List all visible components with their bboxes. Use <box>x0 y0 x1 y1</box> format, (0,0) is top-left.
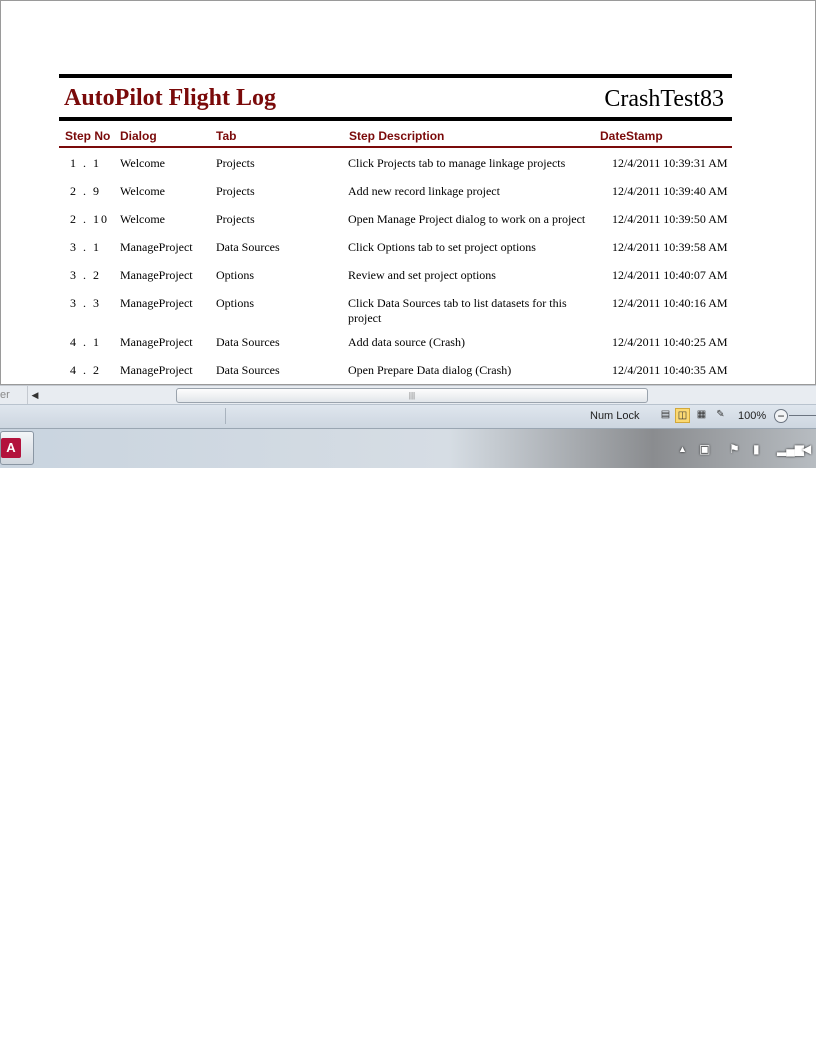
access-taskbar-button[interactable]: A <box>0 431 34 465</box>
report-view-button[interactable]: ▤ <box>658 408 673 423</box>
report-page: AutoPilot Flight Log CrashTest83 Step No… <box>59 74 732 383</box>
minus-icon: − <box>777 409 785 423</box>
column-headers: Step No Dialog Tab Step Description Date… <box>59 121 732 146</box>
record-navigator-label: er <box>0 389 10 401</box>
tab-cell: Data Sources <box>216 240 280 254</box>
table-row: 4 . 1 ManageProject Data Sources Add dat… <box>59 327 732 355</box>
status-divider <box>225 408 226 424</box>
step-no-cell: 3 . 3 <box>70 296 101 310</box>
dialog-cell: ManageProject <box>120 268 193 282</box>
step-description-cell: Open Prepare Data dialog (Crash) <box>348 363 512 377</box>
report-subtitle: CrashTest83 <box>604 86 724 112</box>
datestamp-cell: 12/4/2011 10:39:40 AM <box>612 184 728 198</box>
report-view-icon: ▤ <box>660 409 671 420</box>
tab-cell: Projects <box>216 156 255 170</box>
table-row: 4 . 2 ManageProject Data Sources Open Pr… <box>59 355 732 383</box>
tab-cell: Data Sources <box>216 363 280 377</box>
step-description-cell: Click Projects tab to manage linkage pro… <box>348 156 566 170</box>
show-hidden-icons-icon[interactable]: ▲ <box>678 444 687 454</box>
print-preview-icon: ◫ <box>677 410 688 421</box>
tab-cell: Projects <box>216 184 255 198</box>
datestamp-cell: 12/4/2011 10:40:16 AM <box>612 296 728 310</box>
table-row: 1 . 1 Welcome Projects Click Projects ta… <box>59 148 732 176</box>
table-row: 2 . 10 Welcome Projects Open Manage Proj… <box>59 204 732 232</box>
tab-cell: Projects <box>216 212 255 226</box>
step-no-cell: 2 . 9 <box>70 184 101 198</box>
report-canvas: AutoPilot Flight Log CrashTest83 Step No… <box>0 0 816 385</box>
table-row: 3 . 3 ManageProject Options Click Data S… <box>59 288 732 327</box>
table-row: 3 . 1 ManageProject Data Sources Click O… <box>59 232 732 260</box>
step-no-cell: 4 . 2 <box>70 363 101 377</box>
datestamp-cell: 12/4/2011 10:40:35 AM <box>612 363 728 377</box>
step-no-cell: 2 . 10 <box>70 212 109 226</box>
dialog-cell: ManageProject <box>120 335 193 349</box>
column-header-dialog: Dialog <box>120 129 157 143</box>
step-description-cell: Review and set project options <box>348 268 496 282</box>
datestamp-cell: 12/4/2011 10:39:50 AM <box>612 212 728 226</box>
datestamp-cell: 12/4/2011 10:40:25 AM <box>612 335 728 349</box>
step-no-cell: 3 . 1 <box>70 240 101 254</box>
layout-view-icon: ▦ <box>696 409 707 420</box>
tab-cell: Options <box>216 296 255 310</box>
title-row: AutoPilot Flight Log CrashTest83 <box>59 78 732 117</box>
power-icon[interactable]: ▮ <box>753 442 760 456</box>
dialog-cell: Welcome <box>120 184 166 198</box>
step-description-cell: Click Options tab to set project options <box>348 240 536 254</box>
scroll-left-button[interactable]: ◀ <box>27 386 42 404</box>
dialog-cell: Welcome <box>120 156 166 170</box>
column-header-step-description: Step Description <box>349 129 445 143</box>
column-header-tab: Tab <box>216 129 237 143</box>
access-app-icon: A <box>1 438 21 458</box>
action-center-flag-icon[interactable]: ⚑ <box>729 442 740 456</box>
step-description-cell: Click Data Sources tab to list datasets … <box>348 296 567 325</box>
signal-bars-icon[interactable]: ▂▄▆ <box>777 442 804 456</box>
tab-cell: Data Sources <box>216 335 280 349</box>
step-description-cell: Add data source (Crash) <box>348 335 465 349</box>
zoom-slider[interactable] <box>789 415 816 416</box>
report-rows: 1 . 1 Welcome Projects Click Projects ta… <box>59 148 732 383</box>
horizontal-scrollbar[interactable]: er ◀ ||| <box>0 385 816 404</box>
zoom-level[interactable]: 100% <box>738 410 766 422</box>
datestamp-cell: 12/4/2011 10:39:31 AM <box>612 156 728 170</box>
report-title: AutoPilot Flight Log <box>64 85 277 111</box>
dialog-cell: Welcome <box>120 212 166 226</box>
status-bar: Num Lock ▤ ◫ ▦ ✎ 100% − <box>0 404 816 428</box>
triangle-left-icon: ◀ <box>31 390 39 400</box>
layout-view-button[interactable]: ▦ <box>694 408 709 423</box>
table-row: 2 . 9 Welcome Projects Add new record li… <box>59 176 732 204</box>
grip-icon: ||| <box>408 391 416 400</box>
datestamp-cell: 12/4/2011 10:39:58 AM <box>612 240 728 254</box>
windows-taskbar: A ▲ ▣ ⚑ ▮ ▂▄▆ ◀ <box>0 428 816 468</box>
tab-cell: Options <box>216 268 255 282</box>
dialog-cell: ManageProject <box>120 240 193 254</box>
datestamp-cell: 12/4/2011 10:40:07 AM <box>612 268 728 282</box>
scrollbar-thumb[interactable]: ||| <box>176 388 648 403</box>
design-view-button[interactable]: ✎ <box>713 408 728 423</box>
step-description-cell: Open Manage Project dialog to work on a … <box>348 212 586 226</box>
step-no-cell: 3 . 2 <box>70 268 101 282</box>
step-no-cell: 1 . 1 <box>70 156 101 170</box>
print-preview-button[interactable]: ◫ <box>675 408 690 423</box>
step-no-cell: 4 . 1 <box>70 335 101 349</box>
table-row: 3 . 2 ManageProject Options Review and s… <box>59 260 732 288</box>
num-lock-indicator: Num Lock <box>590 410 640 422</box>
step-description-cell: Add new record linkage project <box>348 184 500 198</box>
volume-muted-icon[interactable]: ◀ <box>802 442 811 456</box>
dialog-cell: ManageProject <box>120 296 193 310</box>
zoom-out-button[interactable]: − <box>774 409 788 423</box>
network-icon[interactable]: ▣ <box>699 442 710 456</box>
column-header-step-no: Step No <box>65 129 111 143</box>
dialog-cell: ManageProject <box>120 363 193 377</box>
design-view-icon: ✎ <box>716 409 725 420</box>
column-header-datestamp: DateStamp <box>600 129 663 143</box>
